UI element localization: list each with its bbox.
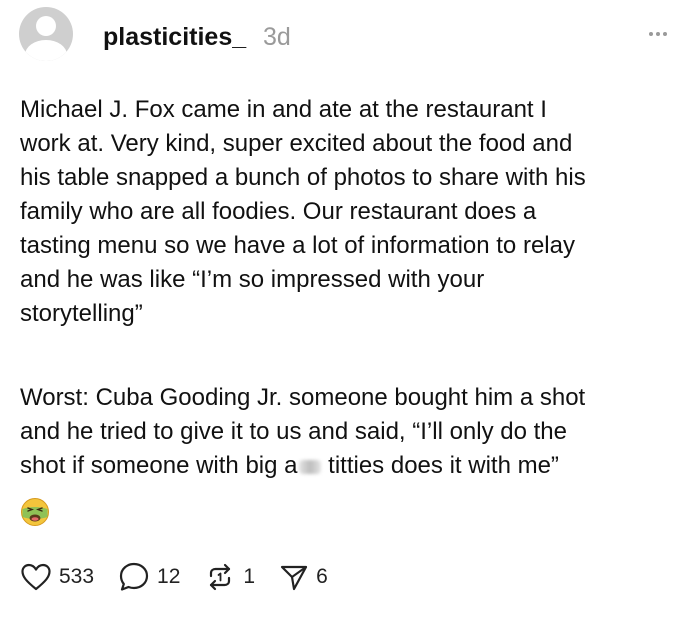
- repost-button[interactable]: 1: [204, 562, 255, 592]
- like-count: 533: [59, 565, 95, 588]
- body-line-start: shot if someone with big a: [20, 452, 298, 479]
- body-line: and he tried to give it to us and said, …: [20, 418, 567, 445]
- share-button[interactable]: 6: [279, 562, 328, 592]
- body-line: shot if someone with big a titties does …: [20, 449, 685, 483]
- avatar-body: [25, 40, 67, 61]
- like-button[interactable]: 533: [20, 562, 94, 592]
- post: plasticities_ 3d Michael J. Fox came in …: [0, 0, 700, 617]
- repost-arrows-icon: [210, 563, 231, 591]
- avatar-head: [36, 16, 56, 36]
- heart-icon: [21, 563, 51, 591]
- body-line: storytelling”: [20, 300, 143, 327]
- dot: [649, 32, 653, 36]
- username[interactable]: plasticities_: [103, 23, 246, 52]
- action-bar: 533 12 1 6: [20, 560, 352, 594]
- reply-button[interactable]: 12: [118, 561, 180, 593]
- more-dots-icon[interactable]: [640, 19, 676, 49]
- censor-blur: [298, 459, 321, 474]
- body-line: and he was like “I’m so impressed with y…: [20, 266, 485, 293]
- post-body-paragraph-1: Michael J. Fox came in and ate at the re…: [20, 93, 685, 331]
- avatar[interactable]: [19, 7, 73, 61]
- body-line: Worst: Cuba Gooding Jr. someone bought h…: [20, 384, 586, 411]
- repost-count: 1: [243, 565, 256, 588]
- dot: [656, 32, 660, 36]
- speech-bubble-icon: [119, 562, 149, 591]
- post-body-paragraph-2: Worst: Cuba Gooding Jr. someone bought h…: [20, 381, 685, 483]
- reply-count: 12: [157, 565, 181, 588]
- body-line: Michael J. Fox came in and ate at the re…: [20, 96, 547, 123]
- body-line: his table snapped a bunch of photos to s…: [20, 164, 586, 191]
- share-count: 6: [316, 565, 328, 588]
- post-age: 3d: [263, 23, 291, 51]
- body-line: family who are all foodies. Our restaura…: [20, 198, 537, 225]
- body-line-end: titties does it with me”: [321, 452, 559, 479]
- nauseated-face-icon: [21, 498, 49, 526]
- paper-plane-icon: [280, 565, 308, 591]
- body-line: work at. Very kind, super excited about …: [20, 130, 573, 157]
- dot: [663, 32, 667, 36]
- body-line: tasting menu so we have a lot of informa…: [20, 232, 575, 259]
